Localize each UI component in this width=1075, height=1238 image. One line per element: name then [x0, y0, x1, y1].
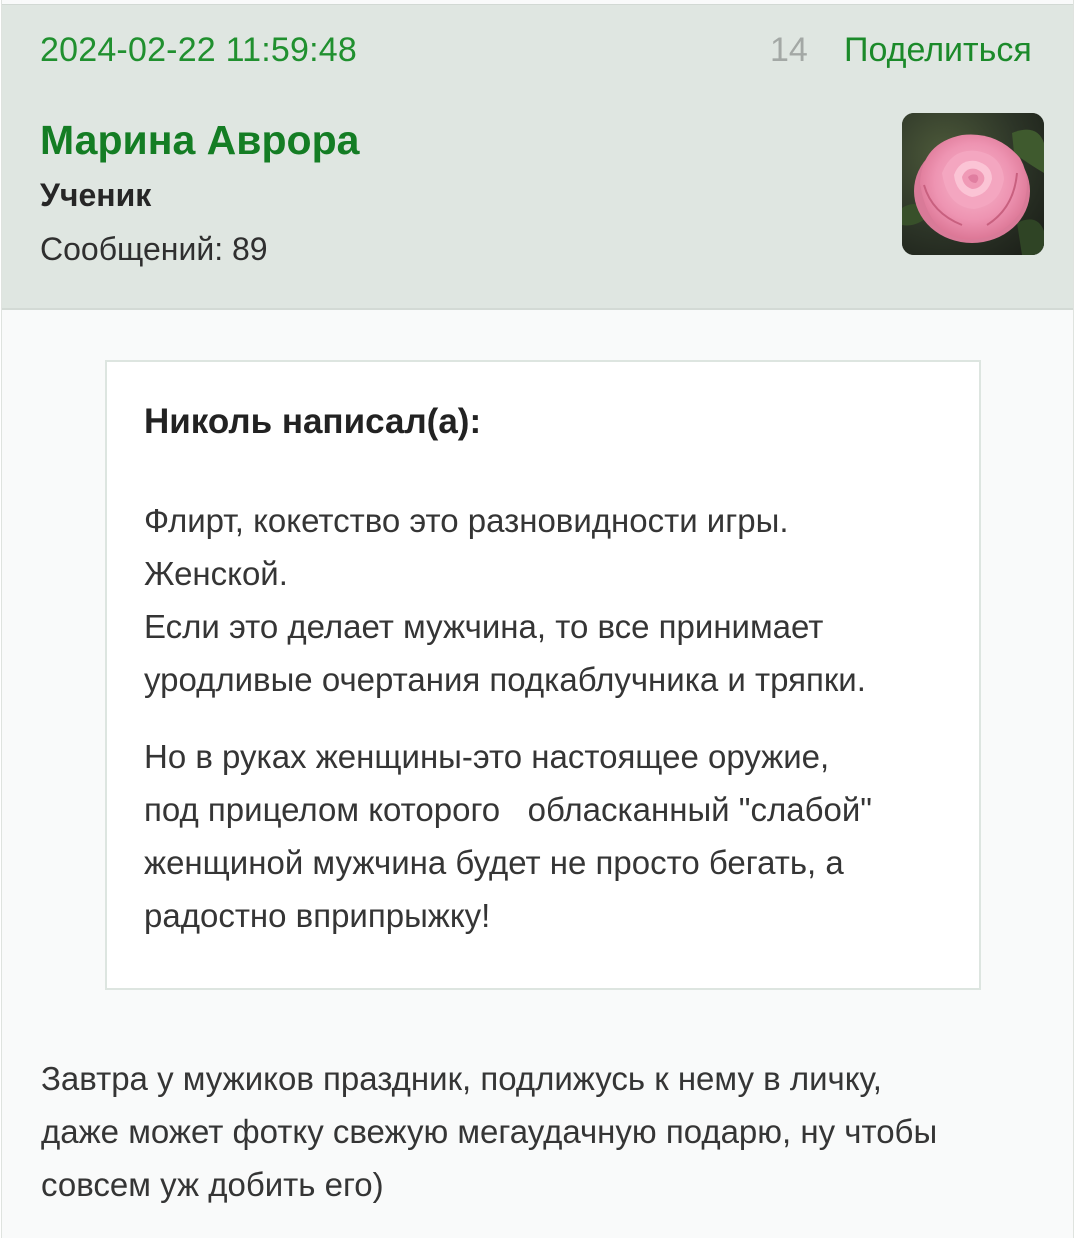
- post-header: 2024-02-22 11:59:48 14 Поделиться Марина…: [2, 4, 1073, 310]
- message-line: совсем уж добить его): [41, 1166, 384, 1203]
- quote-line: под прицелом которого обласканный "слабо…: [144, 791, 872, 828]
- quote-line: радостно вприпрыжку!: [144, 897, 491, 934]
- forum-post: 2024-02-22 11:59:48 14 Поделиться Марина…: [1, 0, 1074, 1238]
- author-rank: Ученик: [40, 177, 152, 213]
- quote-line: Флирт, кокетство это разновидности игры.: [144, 502, 789, 539]
- quote-line: Но в руках женщины-это настоящее оружие,: [144, 738, 830, 775]
- quote-line: Женской.: [144, 555, 288, 592]
- quote-paragraph: Флирт, кокетство это разновидности игры.…: [144, 494, 964, 706]
- post-date: 2024-02-22 11:59:48: [40, 31, 357, 69]
- quote-block: Николь написал(а): Флирт, кокетство это …: [105, 360, 981, 990]
- quote-line: уродливые очертания подкаблучника и тряп…: [144, 661, 866, 698]
- post-number[interactable]: 14: [770, 31, 808, 70]
- message-line: Завтра у мужиков праздник, подлижусь к н…: [41, 1060, 882, 1097]
- quote-paragraph: Но в руках женщины-это настоящее оружие,…: [144, 730, 964, 942]
- author-name[interactable]: Марина Аврора: [40, 117, 359, 164]
- message-line: даже может фотку свежую мегаудачную пода…: [41, 1113, 938, 1150]
- author-avatar[interactable]: [902, 113, 1044, 255]
- author-post-count: Сообщений: 89: [40, 231, 268, 267]
- share-link[interactable]: Поделиться: [844, 31, 1032, 70]
- message-body: Завтра у мужиков праздник, подлижусь к н…: [41, 1052, 1041, 1211]
- quote-text: Флирт, кокетство это разновидности игры.…: [144, 494, 964, 942]
- rose-avatar-icon: [902, 113, 1044, 255]
- quote-line: Если это делает мужчина, то все принимае…: [144, 608, 824, 645]
- quote-author: Николь написал(а):: [144, 402, 482, 441]
- quote-line: женщиной мужчина будет не просто бегать,…: [144, 844, 844, 881]
